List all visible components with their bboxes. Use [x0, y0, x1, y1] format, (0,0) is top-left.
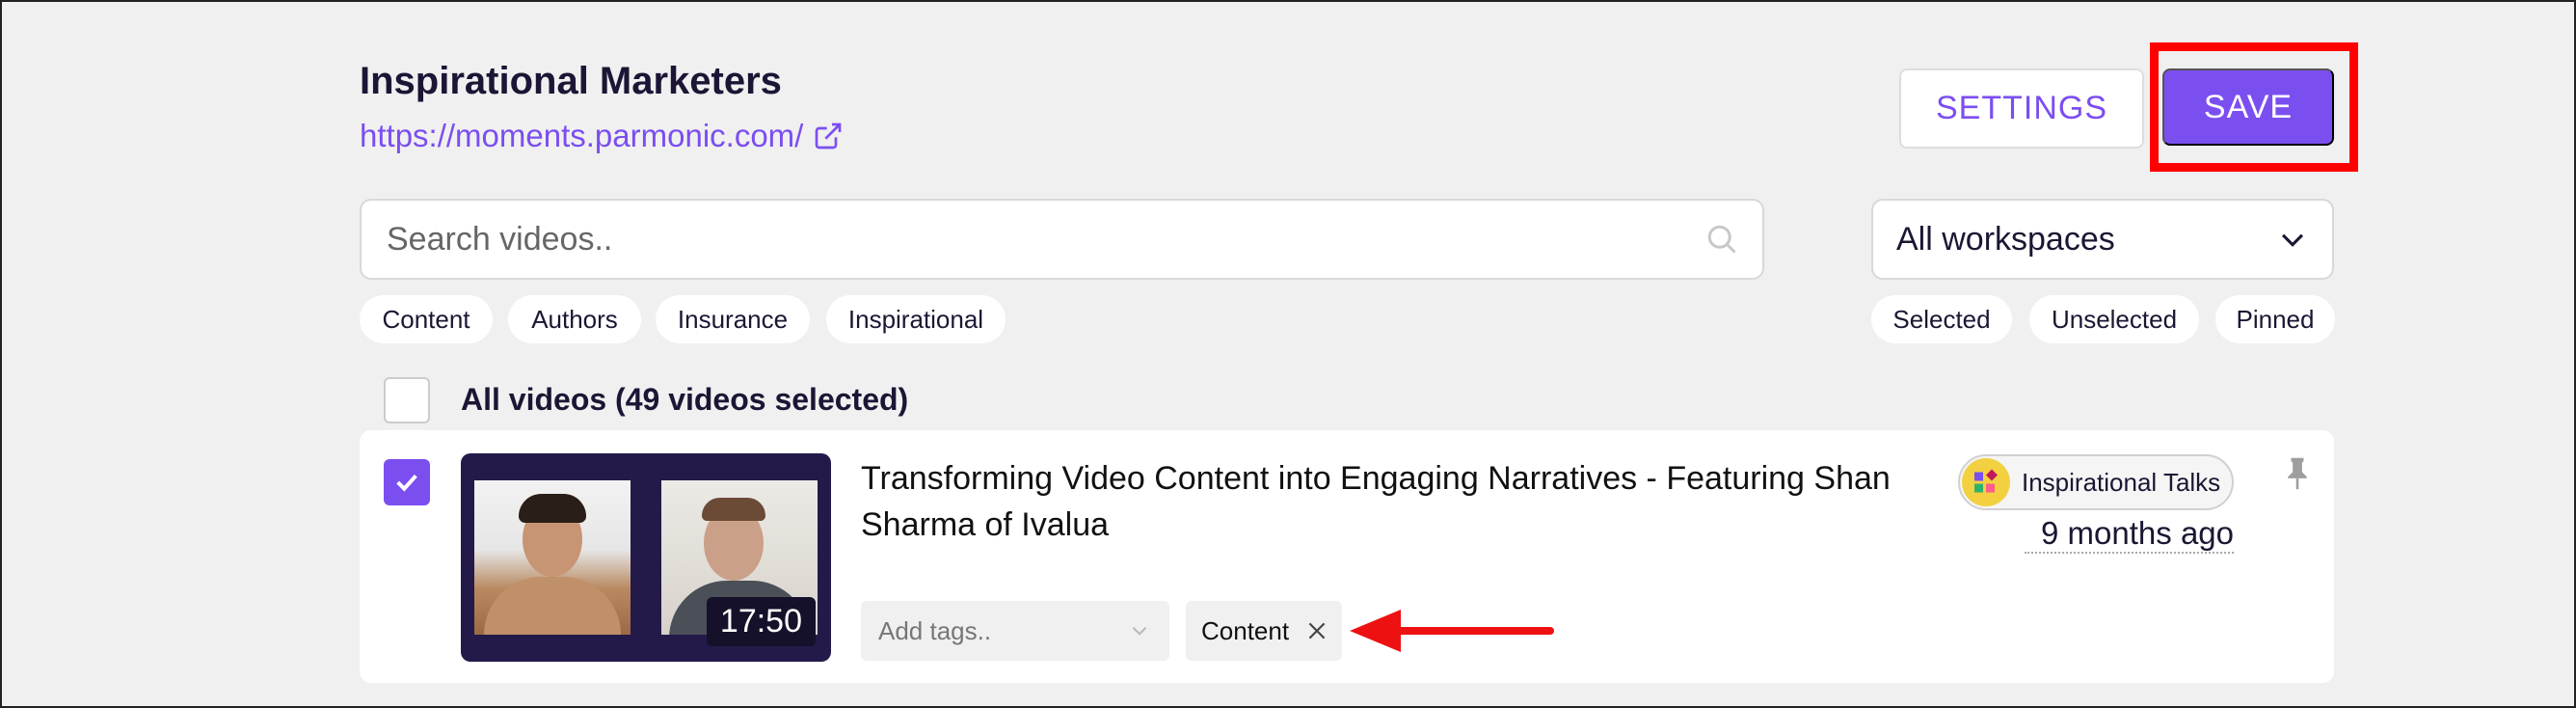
- video-thumbnail[interactable]: 17:50: [461, 453, 831, 662]
- speaker-left-image: [474, 480, 631, 635]
- video-duration: 17:50: [706, 597, 816, 646]
- tag-filter-insurance[interactable]: Insurance: [656, 295, 810, 343]
- chevron-down-icon: [2281, 233, 2304, 247]
- save-highlight-box: [2150, 42, 2358, 172]
- select-all-checkbox[interactable]: [384, 377, 430, 423]
- page-title: Inspirational Marketers: [360, 60, 782, 102]
- video-title[interactable]: Transforming Video Content into Engaging…: [861, 455, 1921, 548]
- pin-icon[interactable]: [2285, 456, 2310, 491]
- url-text: https://moments.parmonic.com/: [360, 118, 804, 153]
- checkmark-icon: [396, 474, 417, 492]
- moments-url-link[interactable]: https://moments.parmonic.com/: [360, 118, 844, 154]
- annotation-arrow: [1350, 610, 1554, 652]
- channel-badge[interactable]: Inspirational Talks: [1958, 454, 2234, 510]
- tag-filter-inspirational[interactable]: Inspirational: [826, 295, 1006, 343]
- add-tags-select[interactable]: Add tags..: [861, 601, 1169, 661]
- search-bar[interactable]: [360, 199, 1764, 280]
- tag-chip: Content: [1186, 601, 1342, 661]
- search-icon: [1707, 225, 1736, 254]
- chevron-down-icon: [1132, 626, 1147, 636]
- close-icon[interactable]: [1304, 618, 1329, 643]
- add-tags-placeholder: Add tags..: [878, 615, 992, 645]
- workspace-select-value: All workspaces: [1896, 220, 2115, 258]
- channel-logo-icon: [1974, 469, 1998, 493]
- search-input[interactable]: [385, 219, 1704, 259]
- tag-label: Content: [1201, 615, 1290, 645]
- tag-filter-authors[interactable]: Authors: [508, 295, 641, 343]
- filter-unselected[interactable]: Unselected: [2029, 295, 2199, 343]
- workspace-select[interactable]: All workspaces: [1871, 199, 2334, 280]
- external-link-icon: [815, 123, 842, 150]
- settings-button[interactable]: SETTINGS: [1899, 68, 2144, 149]
- channel-name: Inspirational Talks: [2022, 467, 2221, 497]
- filter-pinned[interactable]: Pinned: [2215, 295, 2335, 343]
- filter-selected[interactable]: Selected: [1871, 295, 2012, 343]
- video-age: 9 months ago: [2025, 515, 2234, 554]
- tag-filter-content[interactable]: Content: [360, 295, 493, 343]
- channel-avatar: [1962, 458, 2010, 506]
- all-videos-label: All videos (49 videos selected): [461, 382, 909, 417]
- video-select-checkbox[interactable]: [384, 459, 430, 505]
